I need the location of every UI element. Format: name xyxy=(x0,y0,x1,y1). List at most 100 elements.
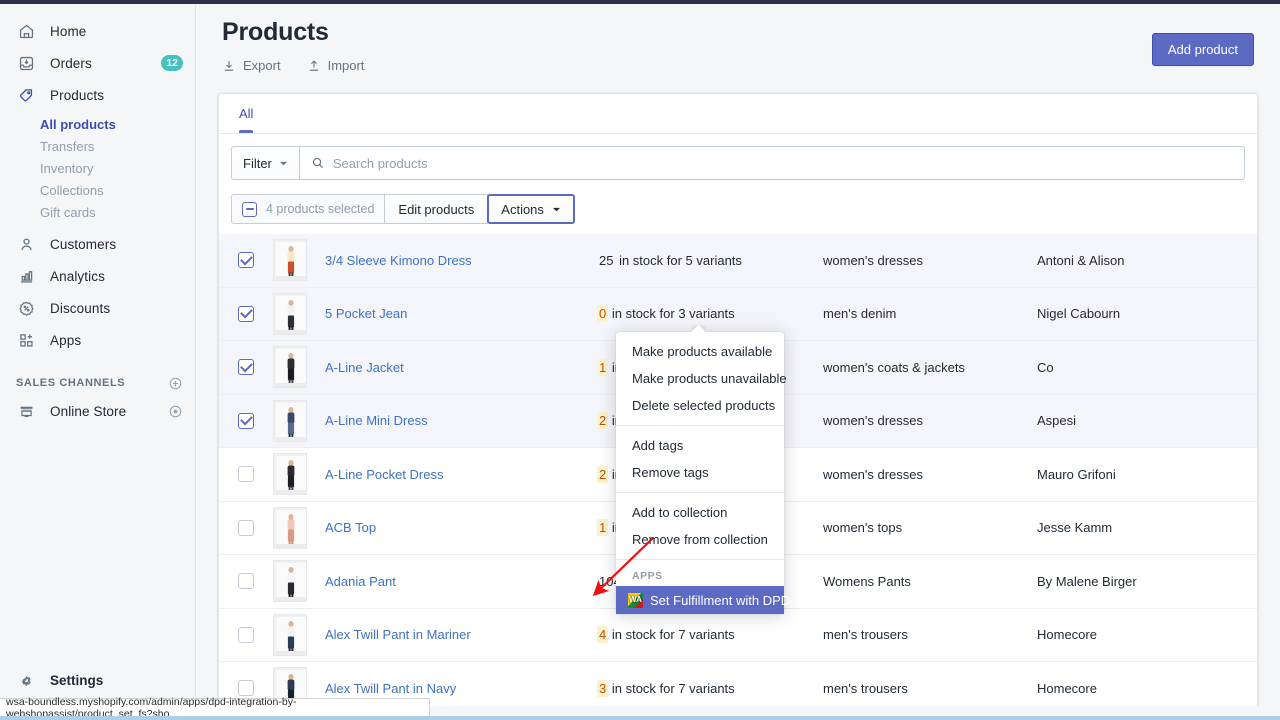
row-checkbox[interactable] xyxy=(238,573,254,590)
import-button[interactable]: Import xyxy=(307,58,364,73)
menu-item-label: Make products unavailable xyxy=(632,371,787,386)
page-title: Products xyxy=(222,18,329,46)
sidebar-item-apps[interactable]: Apps xyxy=(0,327,195,353)
product-vendor-cell: Antoni & Alison xyxy=(1037,252,1125,268)
sidebar-item-customers[interactable]: Customers xyxy=(0,231,195,257)
row-checkbox[interactable] xyxy=(238,680,254,697)
stock-count: 25 xyxy=(599,252,614,268)
orders-count-badge: 12 xyxy=(161,55,183,71)
row-checkbox[interactable] xyxy=(238,252,254,269)
add-sales-channel-icon[interactable] xyxy=(168,376,183,391)
online-store-icon xyxy=(16,401,36,421)
sidebar-subitem-collections[interactable]: Collections xyxy=(0,179,195,201)
download-icon xyxy=(224,60,234,71)
menu-item-add-tags[interactable]: Add tags xyxy=(616,432,784,459)
row-checkbox[interactable] xyxy=(238,519,254,536)
product-thumbnail xyxy=(273,560,307,603)
row-checkbox-cell xyxy=(219,252,259,269)
table-row[interactable]: Alex Twill Pant in Mariner 4 in stock for… xyxy=(219,609,1257,662)
product-name-link[interactable]: Alex Twill Pant in Navy xyxy=(307,681,597,696)
product-name-link[interactable]: Adania Pant xyxy=(307,574,597,589)
sidebar-item-home[interactable]: Home xyxy=(0,18,195,44)
sidebar-subitem-all-products[interactable]: All products xyxy=(0,113,195,135)
row-checkbox[interactable] xyxy=(238,466,254,483)
product-name-link[interactable]: A-Line Mini Dress xyxy=(307,413,597,428)
sidebar-item-label: Discounts xyxy=(50,300,111,316)
sidebar-item-orders[interactable]: Orders 12 xyxy=(0,50,195,76)
stock-text: in stock for 5 variants xyxy=(615,252,742,268)
edit-products-button[interactable]: Edit products xyxy=(385,194,489,224)
product-thumbnail xyxy=(273,292,307,335)
customer-person-icon xyxy=(16,234,36,254)
gear-icon xyxy=(16,670,36,690)
sidebar-subitem-gift-cards[interactable]: Gift cards xyxy=(0,201,195,223)
row-checkbox[interactable] xyxy=(238,305,254,322)
selected-count-indicator[interactable]: 4 products selected xyxy=(231,194,386,224)
bulk-actions-row: 4 products selected Edit products Action… xyxy=(219,180,1257,224)
indeterminate-checkbox-icon[interactable] xyxy=(242,201,257,217)
sidebar-item-label: Products xyxy=(50,87,105,103)
row-checkbox[interactable] xyxy=(238,412,254,429)
search-field-wrapper[interactable] xyxy=(298,146,1245,180)
preview-store-eye-icon[interactable] xyxy=(168,404,183,419)
discount-percent-icon xyxy=(16,298,36,318)
product-name-link[interactable]: 3/4 Sleeve Kimono Dress xyxy=(307,253,597,268)
add-product-button[interactable]: Add product xyxy=(1151,33,1254,66)
export-label: Export xyxy=(243,58,281,73)
product-name-link[interactable]: Alex Twill Pant in Mariner xyxy=(307,627,597,642)
sidebar-item-discounts[interactable]: Discounts xyxy=(0,295,195,321)
sidebar-subitem-inventory[interactable]: Inventory xyxy=(0,157,195,179)
sidebar-item-label: Home xyxy=(50,23,87,39)
table-row[interactable]: 3/4 Sleeve Kimono Dress 25 in stock for 5… xyxy=(219,234,1257,288)
filter-button[interactable]: Filter xyxy=(231,146,299,180)
product-name-link[interactable]: 5 Pocket Jean xyxy=(307,306,597,321)
stock-count: 2 xyxy=(597,412,609,430)
products-tag-icon xyxy=(16,85,36,105)
sidebar-item-products[interactable]: Products xyxy=(0,82,195,108)
menu-item-add-to-collection[interactable]: Add to collection xyxy=(616,499,784,526)
stock-count: 1 xyxy=(597,358,609,376)
popover-arrow-icon xyxy=(692,325,706,333)
product-type-cell: men's trousers xyxy=(823,627,908,643)
product-name-link[interactable]: A-Line Jacket xyxy=(307,360,597,375)
menu-item-label: Add tags xyxy=(632,438,684,453)
products-card: All Filter 4 xyxy=(218,93,1258,706)
row-checkbox-cell xyxy=(219,519,259,536)
menu-item-remove-tags[interactable]: Remove tags xyxy=(616,459,784,486)
sidebar-item-label: Analytics xyxy=(50,268,105,284)
row-checkbox[interactable] xyxy=(238,626,254,643)
menu-item-make-products-unavailable[interactable]: Make products unavailable xyxy=(616,365,787,392)
menu-item-set-fulfillment-with-dpd[interactable]: WA Set Fulfillment with DPD xyxy=(616,586,790,614)
menu-item-delete-selected-products[interactable]: Delete selected products xyxy=(616,392,784,419)
menu-item-label: Add to collection xyxy=(632,505,728,520)
sidebar-item-settings[interactable]: Settings xyxy=(0,668,196,692)
product-stock-cell: 0 in stock for 3 variants xyxy=(597,305,823,323)
settings-label: Settings xyxy=(50,672,104,688)
browser-status-bar: wsa-boundless.myshopify.com/admin/apps/d… xyxy=(0,696,430,720)
tab-label: All xyxy=(239,106,254,121)
product-name-link[interactable]: A-Line Pocket Dress xyxy=(307,467,597,482)
stock-text: in stock for 3 variants xyxy=(608,306,735,322)
product-thumbnail xyxy=(273,453,307,496)
export-button[interactable]: Export xyxy=(222,58,281,73)
row-checkbox[interactable] xyxy=(238,359,254,376)
sidebar-subitem-transfers[interactable]: Transfers xyxy=(0,135,195,157)
filter-label: Filter xyxy=(243,155,272,171)
row-checkbox-cell xyxy=(219,573,259,590)
sidebar-item-online-store[interactable]: Online Store xyxy=(0,398,195,424)
stock-count: 3 xyxy=(597,679,609,697)
search-input[interactable] xyxy=(332,155,1233,171)
actions-button[interactable]: Actions xyxy=(487,194,575,224)
product-thumbnail xyxy=(273,399,307,442)
actions-label: Actions xyxy=(501,201,544,217)
tab-all[interactable]: All xyxy=(229,94,263,133)
product-name-link[interactable]: ACB Top xyxy=(307,520,597,535)
sales-channels-section-title: SALES CHANNELS xyxy=(0,371,195,395)
stock-count: 1 xyxy=(597,519,609,537)
menu-item-label: Delete selected products xyxy=(632,398,776,413)
row-checkbox-cell xyxy=(219,305,259,322)
menu-item-make-products-available[interactable]: Make products available xyxy=(616,338,784,365)
page-header: Products Export Import Add product xyxy=(196,4,1280,73)
menu-item-remove-from-collection[interactable]: Remove from collection xyxy=(616,526,784,553)
sidebar-item-analytics[interactable]: Analytics xyxy=(0,263,195,289)
